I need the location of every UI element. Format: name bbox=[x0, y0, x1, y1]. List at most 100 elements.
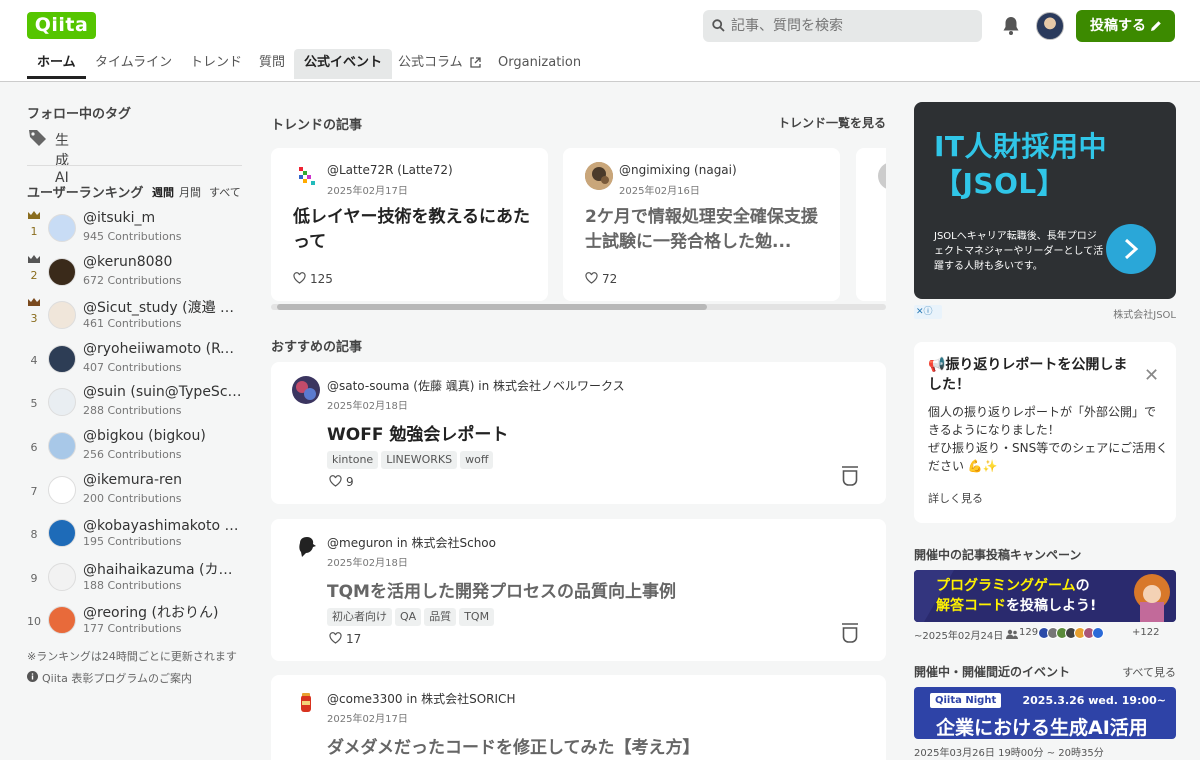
article-title[interactable]: 2ケ月で情報処理安全確保支援士試験に一発合格した勉... bbox=[585, 205, 825, 255]
author-name[interactable]: @ngimixing (nagai) bbox=[619, 163, 737, 177]
like-count-value: 9 bbox=[346, 475, 354, 489]
tab-timeline[interactable]: タイムライン bbox=[85, 49, 182, 79]
ranking-item[interactable]: 4 @ryoheiiwamoto (Ryoh... 407 Contribution… bbox=[27, 341, 243, 381]
post-button[interactable]: 投稿する bbox=[1076, 10, 1175, 42]
scrollbar-thumb[interactable] bbox=[277, 304, 707, 310]
like-count[interactable]: 9 bbox=[329, 475, 354, 489]
tag-chip[interactable]: TQM bbox=[459, 608, 495, 626]
ranking-user-name: @bigkou (bigkou) bbox=[83, 428, 206, 444]
article-title[interactable]: WOFF 勉強会レポート bbox=[327, 420, 508, 445]
tab-home[interactable]: ホーム bbox=[27, 49, 86, 79]
rank-number: 7 bbox=[30, 484, 38, 498]
tab-trend[interactable]: トレンド bbox=[180, 49, 252, 79]
tab-official-column-label: 公式コラム bbox=[398, 55, 463, 70]
search-icon bbox=[712, 19, 725, 32]
tag-chip[interactable]: LINEWORKS bbox=[381, 451, 458, 469]
article-title[interactable]: ダメダメだったコードを修正してみた【考え方】 bbox=[327, 733, 699, 758]
ranking-contributions: 195 Contributions bbox=[83, 535, 182, 549]
search-input[interactable] bbox=[731, 10, 971, 42]
tab-official-column[interactable]: 公式コラム bbox=[388, 49, 493, 79]
program-link[interactable]: Qiita 表彰プログラムのご案内 bbox=[27, 670, 192, 686]
post-button-label: 投稿する bbox=[1090, 18, 1146, 34]
article-card[interactable]: @meguron in 株式会社Schoo 2025年02月18日 TQMを活用… bbox=[271, 519, 886, 661]
events-see-all-link[interactable]: すべて見る bbox=[1122, 664, 1176, 680]
stock-icon[interactable] bbox=[841, 623, 859, 643]
ranking-contributions: 188 Contributions bbox=[83, 578, 182, 592]
tag-chip[interactable]: 初心者向け bbox=[327, 608, 392, 626]
campaign-meta: ~2025年02月24日 129 +122 bbox=[914, 627, 1176, 642]
ranking-user-name: @kobayashimakoto (誠 ... bbox=[83, 518, 242, 535]
ranking-item[interactable]: 6 @bigkou (bigkou) 256 Contributions bbox=[27, 428, 242, 468]
user-avatar bbox=[48, 475, 76, 504]
participant-avatars bbox=[1038, 627, 1104, 641]
user-avatar bbox=[48, 301, 76, 330]
ranking-contributions: 256 Contributions bbox=[83, 448, 182, 461]
period-weekly[interactable]: 週間 bbox=[152, 184, 174, 200]
article-title[interactable]: 低レイヤー技術を教えるにあたって bbox=[293, 205, 533, 255]
notice-more-link[interactable]: 詳しく見る bbox=[928, 490, 983, 506]
campaign-deadline: ~2025年02月24日 bbox=[914, 631, 1004, 642]
heart-icon bbox=[585, 272, 598, 284]
trend-card[interactable]: @ngimixing (nagai) 2025年02月16日 2ケ月で情報処理安… bbox=[563, 148, 840, 301]
campaign-count: 129 bbox=[1019, 627, 1039, 638]
period-all[interactable]: すべて bbox=[209, 184, 241, 200]
trend-see-all-link[interactable]: トレンド一覧を見る bbox=[778, 114, 886, 131]
pencil-icon bbox=[1151, 21, 1161, 31]
tag-chip[interactable]: QA bbox=[395, 608, 422, 626]
ranking-item[interactable]: 1 @itsuki_m 945 Contributions bbox=[27, 210, 242, 250]
tag-chip[interactable]: kintone bbox=[327, 451, 379, 469]
tab-organization[interactable]: Organization bbox=[488, 49, 591, 79]
qiita-logo[interactable]: Qiita bbox=[27, 12, 96, 39]
period-monthly[interactable]: 月間 bbox=[179, 184, 201, 200]
trend-card[interactable]: @Latte72R (Latte72) 2025年02月17日 低レイヤー技術を… bbox=[271, 148, 548, 301]
ranking-item[interactable]: 9 @haihaikazuma (カズマ...188 Contributions bbox=[27, 559, 243, 599]
user-avatar bbox=[48, 257, 76, 286]
event-banner-title: 企業における生成AI活用 bbox=[936, 717, 1148, 739]
tab-official-events[interactable]: 公式イベント bbox=[294, 49, 393, 79]
ad-footer: ✕ⓘ 株式会社JSOL bbox=[914, 305, 1176, 321]
campaign-banner-text: プログラミングゲームの 解答コードを投稿しよう! bbox=[936, 576, 1096, 616]
article-title[interactable]: TQMを活用した開発プロセスの品質向上事例 bbox=[327, 577, 676, 602]
notification-bell-icon[interactable] bbox=[1002, 16, 1020, 36]
rank-number: 4 bbox=[30, 353, 38, 367]
ranking-user-name: @suin (suin@TypeScript... bbox=[83, 384, 242, 401]
ad-headline: IT人財採用中【JSOL】 bbox=[934, 130, 1108, 200]
trend-card-partial[interactable] bbox=[856, 148, 886, 301]
tag-chip[interactable]: 品質 bbox=[424, 608, 457, 626]
ranking-item[interactable]: 2 @kerun8080 672 Contributions bbox=[27, 254, 242, 294]
like-count[interactable]: 125 bbox=[293, 272, 333, 286]
ad-arrow-button[interactable] bbox=[1106, 224, 1156, 274]
article-card[interactable]: @sato-souma (佐藤 颯真) in 株式会社ノベルワークス 2025年… bbox=[271, 362, 886, 504]
article-tags: 初心者向け QA 品質 TQM bbox=[327, 608, 497, 626]
ranking-item[interactable]: 10 @reoring (れおりん) 177 Contributions bbox=[27, 602, 242, 642]
author-name[interactable]: @sato-souma (佐藤 颯真) in 株式会社ノベルワークス bbox=[327, 377, 625, 394]
ranking-item[interactable]: 5 @suin (suin@TypeScript... 288 Contributi… bbox=[27, 384, 243, 424]
follow-tags-title: フォロー中のタグ bbox=[27, 107, 132, 122]
author-name[interactable]: @Latte72R (Latte72) bbox=[327, 163, 453, 177]
campaign-banner-text-1b: の bbox=[1075, 578, 1090, 594]
close-icon[interactable]: ✕ bbox=[1144, 365, 1159, 386]
search-box[interactable] bbox=[703, 10, 982, 42]
like-count[interactable]: 72 bbox=[585, 272, 617, 286]
campaign-banner-highlight: 解答コード bbox=[936, 598, 1006, 614]
ad-banner[interactable]: IT人財採用中【JSOL】 JSOLへキャリア転職後、長年プロジェクトマネジャー… bbox=[914, 102, 1176, 299]
tab-questions[interactable]: 質問 bbox=[249, 49, 295, 79]
trend-scrollbar[interactable] bbox=[271, 304, 886, 310]
user-avatar[interactable] bbox=[1036, 12, 1064, 40]
article-card[interactable]: @come3300 in 株式会社SORICH 2025年02月17日 ダメダメ… bbox=[271, 675, 886, 760]
ranking-item[interactable]: 3 @Sicut_study (渡邉 臣 | ...461 Contributio… bbox=[27, 297, 242, 337]
ad-choices-icon[interactable]: ✕ⓘ bbox=[914, 305, 942, 319]
ranking-item[interactable]: 8 @kobayashimakoto (誠 ...195 Contribution… bbox=[27, 515, 243, 555]
author-avatar bbox=[878, 162, 886, 190]
like-count-value: 72 bbox=[602, 272, 618, 286]
rank-number: 1 bbox=[30, 225, 38, 238]
tag-chip[interactable]: woff bbox=[460, 451, 494, 469]
ranking-item[interactable]: 7 @ikemura-ren 200 Contributions bbox=[27, 472, 242, 512]
like-count[interactable]: 17 bbox=[329, 632, 361, 646]
article-tags: kintone LINEWORKS woff bbox=[327, 451, 496, 469]
stock-icon[interactable] bbox=[841, 466, 859, 486]
author-name[interactable]: @meguron in 株式会社Schoo bbox=[327, 534, 496, 551]
campaign-banner[interactable]: プログラミングゲームの 解答コードを投稿しよう! bbox=[914, 570, 1176, 622]
event-banner[interactable]: Qiita Night 2025.3.26 wed. 19:00~ 企業における… bbox=[914, 687, 1176, 739]
author-name[interactable]: @come3300 in 株式会社SORICH bbox=[327, 690, 515, 707]
